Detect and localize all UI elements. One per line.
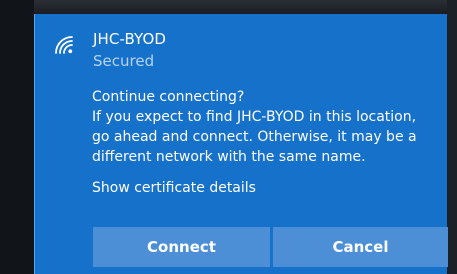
wifi-network-panel: JHC-BYOD Secured Continue connecting? If… xyxy=(34,14,448,274)
show-certificate-details-link[interactable]: Show certificate details xyxy=(92,178,256,198)
connection-warning-message: Continue connecting? If you expect to fi… xyxy=(92,87,442,167)
wifi-signal-icon xyxy=(55,36,73,54)
warning-line: go ahead and connect. Otherwise, it may … xyxy=(92,129,417,145)
cancel-button[interactable]: Cancel xyxy=(273,227,448,267)
warning-line: If you expect to find JHC-BYOD in this l… xyxy=(92,109,417,125)
network-name: JHC-BYOD xyxy=(93,30,167,48)
right-background-strip xyxy=(447,0,457,274)
connect-button[interactable]: Connect xyxy=(93,227,270,267)
network-security-status: Secured xyxy=(93,52,155,70)
top-background-strip xyxy=(0,0,457,14)
left-background-strip xyxy=(0,0,34,274)
warning-line: Continue connecting? xyxy=(92,89,245,105)
network-flyout-screenshot: JHC-BYOD Secured Continue connecting? If… xyxy=(0,0,457,274)
warning-line: different network with the same name. xyxy=(92,149,366,165)
